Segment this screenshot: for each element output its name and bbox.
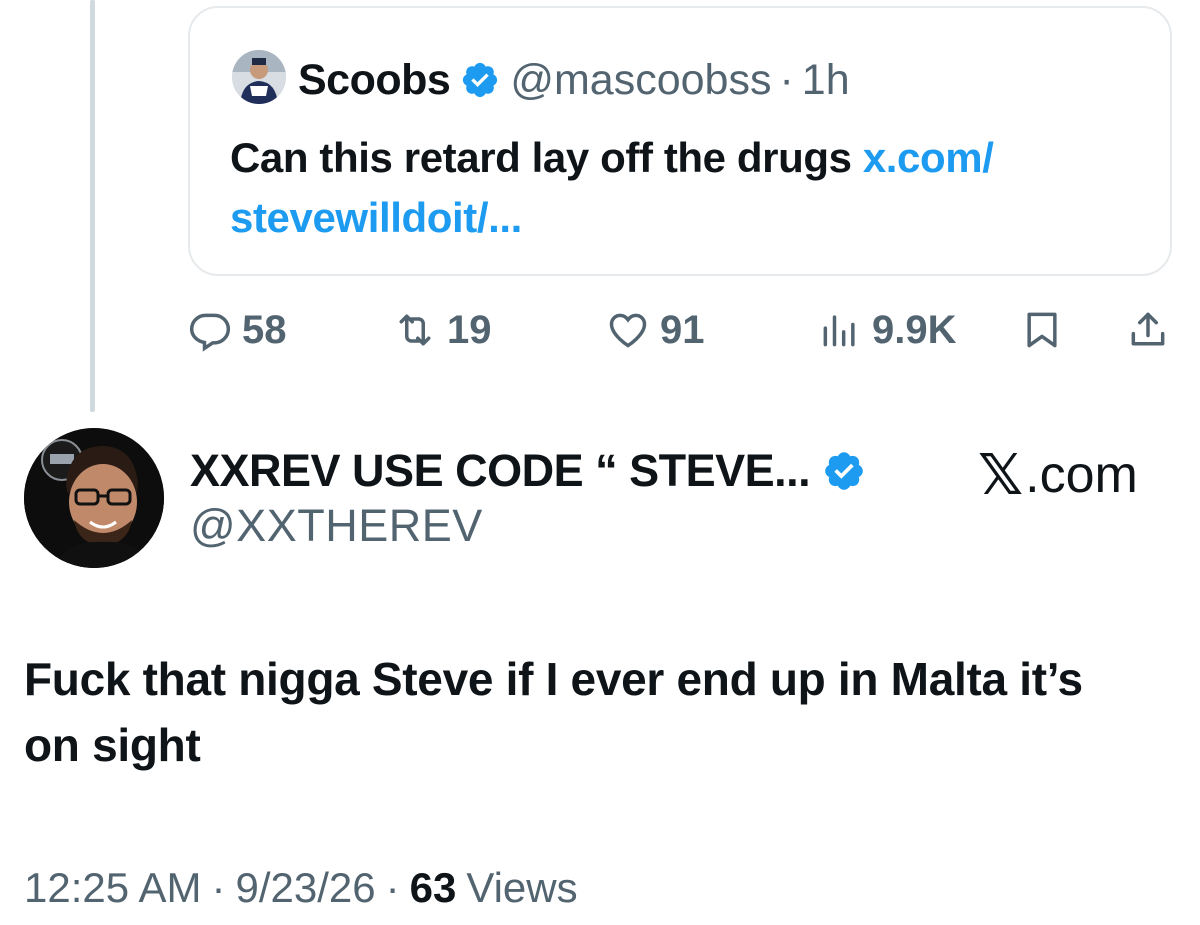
views-count: 9.9K [872, 307, 957, 352]
heart-icon [609, 313, 647, 348]
x-com-brand: 𝕏 .com [978, 443, 1138, 506]
reply-icon [189, 313, 231, 352]
quoted-tweet-card[interactable]: Scoobs @mascoobss · 1h Can this retard l… [188, 6, 1172, 276]
tweet-text: Fuck that nigga Steve if I ever end up i… [24, 653, 1083, 771]
verified-badge-icon [460, 60, 500, 100]
tweet-date[interactable]: 9/23/26 [235, 864, 375, 912]
meta-separator: · [211, 864, 226, 911]
like-count: 91 [660, 307, 705, 352]
tweet-time[interactable]: 12:25 AM [24, 864, 201, 912]
x-logo-icon: 𝕏 [978, 443, 1024, 506]
quoted-tweet-time[interactable]: 1h [802, 56, 850, 105]
quoted-tweet-body: Can this retard lay off the drugs [230, 134, 863, 181]
author-handle[interactable]: @XXTHEREV [190, 500, 483, 552]
share-button[interactable] [1126, 300, 1170, 360]
views-chart-icon [823, 315, 855, 347]
reply-count: 58 [242, 307, 287, 352]
views-button[interactable]: 9.9K [818, 300, 957, 360]
repost-icon [399, 314, 431, 346]
thread-connector-line [90, 0, 95, 412]
quoted-author-avatar[interactable] [232, 50, 286, 104]
tweet-views-count: 63 [409, 864, 457, 911]
tweet-action-bar: 58 19 91 9.9K [188, 300, 1172, 360]
like-button[interactable]: 91 [606, 300, 705, 360]
reply-button[interactable]: 58 [188, 300, 287, 360]
repost-button[interactable]: 19 [393, 300, 492, 360]
quoted-tweet-header: Scoobs @mascoobss · 1h [298, 52, 850, 108]
author-name[interactable]: XXREV USE CODE “ STEVE... [190, 445, 811, 497]
bookmark-button[interactable] [1020, 300, 1064, 360]
share-icon [1131, 312, 1165, 346]
quoted-author-handle[interactable]: @mascoobss [510, 56, 771, 105]
tweet-metadata: 12:25 AM · 9/23/26 · 63 Views [24, 858, 578, 918]
header-separator: · [779, 55, 794, 104]
quoted-author-name[interactable]: Scoobs [298, 56, 451, 105]
author-name-row: XXREV USE CODE “ STEVE... [190, 440, 876, 502]
bookmark-icon [1027, 312, 1057, 348]
author-avatar[interactable] [24, 428, 164, 568]
verified-badge-icon [822, 449, 866, 493]
brand-suffix: .com [1025, 446, 1138, 504]
tweet-views-label: Views [466, 864, 578, 911]
quoted-tweet-text: Can this retard lay off the drugs x.com/… [230, 128, 1150, 248]
repost-count: 19 [447, 307, 492, 352]
meta-separator: · [385, 864, 400, 911]
